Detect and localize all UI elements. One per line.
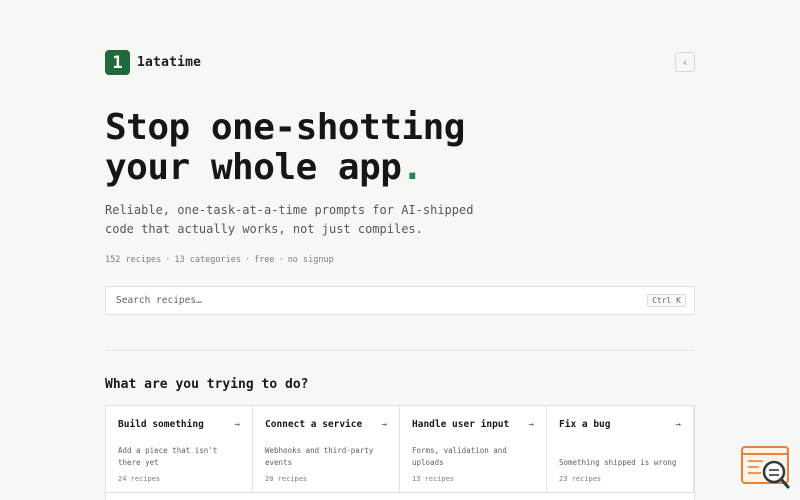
- search-shortcut: Ctrl K: [647, 294, 686, 307]
- brand-name: 1atatime: [137, 55, 202, 70]
- hero-subtitle: Reliable, one-task-at-a-time prompts for…: [105, 203, 474, 236]
- chevron-left-icon[interactable]: ‹: [675, 52, 695, 72]
- meta-categories: 13 categories: [174, 255, 241, 265]
- logo-mark: 1: [105, 50, 130, 75]
- grid-row-divider: [106, 492, 694, 493]
- hero-title: Stop one-shotting your whole app.: [105, 108, 465, 188]
- card-title: Handle user input: [412, 419, 510, 430]
- card-description: Webhooks and third-party events: [265, 446, 374, 467]
- card-title: Build something: [118, 419, 204, 430]
- card-description: Forms, validation and uploads: [412, 446, 507, 467]
- card-fix-a-bug[interactable]: Fix a bug → Something shipped is wrong 2…: [547, 406, 694, 492]
- card-description: Add a piece that isn't there yet: [118, 446, 218, 467]
- meta-line: 152 recipes · 13 categories · free · no signup: [105, 255, 334, 265]
- meta-separator: ·: [244, 255, 251, 265]
- arrow-right-icon: →: [234, 419, 240, 430]
- hero-title-line2: your whole app: [105, 147, 402, 188]
- brand[interactable]: 1 1atatime: [105, 50, 201, 75]
- search-box[interactable]: Ctrl K: [105, 286, 695, 315]
- meta-free: free: [254, 255, 275, 265]
- divider: [105, 350, 695, 351]
- card-build-something[interactable]: Build something → Add a piece that isn't…: [106, 406, 253, 492]
- meta-signup: no signup: [287, 255, 334, 265]
- help-search-widget-icon[interactable]: [741, 446, 791, 490]
- hero-title-line1: Stop one-shotting: [105, 107, 465, 148]
- page: 1 1atatime ‹ Stop one-shotting your whol…: [0, 0, 800, 500]
- card-description: Something shipped is wrong: [559, 458, 677, 467]
- card-count: 24 recipes: [118, 475, 161, 483]
- meta-separator: ·: [165, 255, 171, 265]
- arrow-right-icon: →: [675, 419, 681, 430]
- hero-title-dot: .: [401, 147, 423, 188]
- search-input[interactable]: [116, 295, 648, 306]
- card-connect-a-service[interactable]: Connect a service → Webhooks and third-p…: [253, 406, 400, 492]
- card-handle-user-input[interactable]: Handle user input → Forms, validation an…: [400, 406, 547, 492]
- arrow-right-icon: →: [528, 419, 534, 430]
- card-count: 20 recipes: [265, 475, 308, 483]
- card-title: Connect a service: [265, 419, 363, 430]
- meta-separator: ·: [278, 255, 284, 265]
- card-count: 13 recipes: [412, 475, 455, 483]
- section-title: What are you trying to do?: [105, 377, 309, 392]
- meta-recipes: 152 recipes: [105, 255, 162, 265]
- category-grid: Build something → Add a piece that isn't…: [105, 405, 695, 500]
- card-count: 23 recipes: [559, 475, 602, 483]
- arrow-right-icon: →: [381, 419, 387, 430]
- card-title: Fix a bug: [559, 419, 611, 430]
